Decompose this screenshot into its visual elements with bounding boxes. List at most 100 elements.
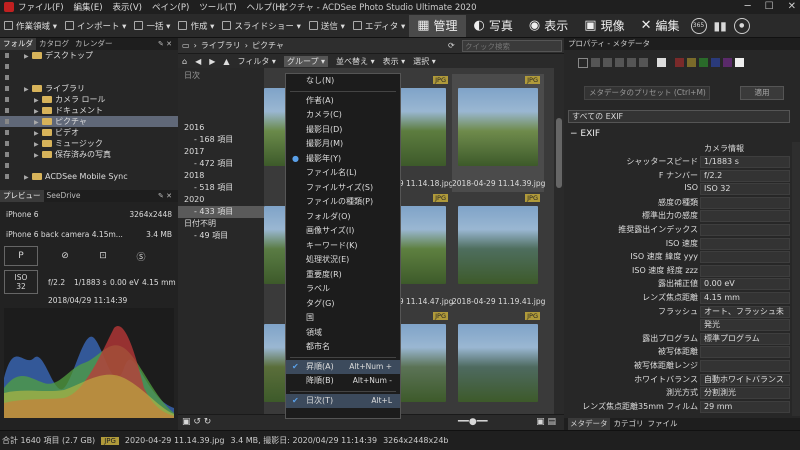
exif-property-value[interactable]: 0.00 eV — [700, 278, 790, 291]
mode-manage[interactable]: ▦ 管理 — [409, 14, 466, 37]
folder-tree-item[interactable]: ▶ 保存済みの写真 — [0, 149, 178, 160]
group-menu-item[interactable]: ファイルの種類(P) — [286, 195, 400, 210]
group-menu-item[interactable]: ● 撮影年(Y) — [286, 152, 400, 167]
pin-icon[interactable] — [5, 141, 9, 146]
menu-edit[interactable]: 編集(E) — [74, 1, 103, 13]
exif-property-value[interactable]: 標準プログラム — [700, 332, 790, 345]
mode-develop[interactable]: ▣ 現像 — [576, 15, 632, 37]
group-menu-item[interactable]: なし(N) — [286, 74, 400, 89]
pin-icon[interactable] — [5, 174, 9, 179]
date-group-item[interactable]: 2020 — [178, 194, 264, 206]
slideshow-button[interactable]: スライドショー ▾ — [218, 20, 304, 32]
pin-icon[interactable] — [5, 75, 9, 80]
label-white[interactable] — [657, 58, 666, 67]
pin-icon[interactable] — [5, 119, 9, 124]
metadata-preset-select[interactable]: メタデータのプリセット (Ctrl+M) — [584, 86, 710, 100]
mode-photos[interactable]: ◐ 写真 — [466, 15, 521, 37]
pin-icon[interactable] — [5, 53, 9, 58]
exif-view-select[interactable]: すべての EXIF — [568, 110, 790, 123]
folder-tree-item[interactable]: ▶ ピクチャ — [0, 116, 178, 127]
tag-checkbox[interactable] — [578, 58, 588, 68]
up-icon[interactable]: ▲ — [223, 57, 229, 66]
tab-catalog[interactable]: カタログ — [36, 38, 72, 50]
rating-3[interactable] — [615, 58, 624, 67]
date-group-item[interactable]: - 472 項目 — [178, 158, 264, 170]
folder-tree-item[interactable] — [0, 160, 178, 171]
apply-button[interactable]: 適用 — [740, 86, 784, 100]
back-icon[interactable]: ◀ — [195, 57, 201, 66]
select-dropdown[interactable]: 選択 ▾ — [413, 56, 436, 67]
pin-icon[interactable] — [5, 108, 9, 113]
rotate-icons[interactable]: ▣ ↺ ↻ — [182, 417, 211, 427]
folder-tree-item[interactable]: ▶ ACDSee Mobile Sync — [0, 171, 178, 182]
batch-button[interactable]: 一括 ▾ — [130, 20, 174, 32]
folder-tree-item[interactable] — [0, 61, 178, 72]
menu-pane[interactable]: ペイン(P) — [152, 1, 189, 13]
exif-property-value[interactable]: 29 mm — [700, 400, 790, 413]
expand-arrow-icon[interactable]: ▶ — [24, 172, 32, 183]
exif-property-value[interactable] — [700, 264, 790, 277]
menu-tools[interactable]: ツール(T) — [199, 1, 236, 13]
group-menu-item[interactable]: タグ(G) — [286, 297, 400, 312]
folder-tree-item[interactable]: ▶ カメラ ロール — [0, 94, 178, 105]
exif-property-value[interactable]: f/2.2 — [700, 169, 790, 182]
home-icon[interactable]: ⌂ — [182, 57, 187, 66]
tab-calendar[interactable]: カレンダー — [72, 38, 116, 50]
pin-icon[interactable] — [5, 152, 9, 157]
exif-property-value[interactable] — [700, 196, 790, 209]
tab-seedrive[interactable]: SeeDrive — [44, 190, 84, 202]
tab-folders[interactable]: フォルダ — [0, 38, 36, 50]
mode-view[interactable]: ◉ 表示 — [521, 15, 576, 37]
group-menu-item[interactable]: 撮影日(D) — [286, 123, 400, 138]
menu-view[interactable]: 表示(V) — [113, 1, 142, 13]
tab-file[interactable]: ファイル — [648, 418, 678, 430]
exif-property-value[interactable] — [700, 251, 790, 264]
sort-dropdown[interactable]: 並べ替え ▾ — [336, 56, 375, 67]
group-menu-item[interactable]: ラベル — [286, 282, 400, 297]
account-icon[interactable]: ● — [733, 17, 750, 34]
exif-property-value[interactable] — [700, 224, 790, 236]
group-menu-item[interactable]: 撮影月(M) — [286, 137, 400, 152]
exif-property-value[interactable] — [700, 346, 790, 359]
thumbnail[interactable]: JPG2018-04-29 11.19.59.jpg — [452, 310, 545, 428]
pin-icon[interactable] — [5, 163, 9, 168]
create-button[interactable]: 作成 ▾ — [174, 20, 218, 32]
date-group-item[interactable]: 2017 — [178, 146, 264, 158]
refresh-icon[interactable]: ⟳ — [448, 41, 455, 50]
workspace-button[interactable]: 作業領域 ▾ — [0, 20, 61, 32]
thumbnail[interactable]: JPG 2018-04-29 11.14.39.jpg — [452, 74, 545, 192]
label-purple[interactable] — [723, 58, 732, 67]
group-menu-item[interactable]: ファイル名(L) — [286, 166, 400, 181]
label-green[interactable] — [699, 58, 708, 67]
breadcrumb-library[interactable]: ライブラリ — [201, 40, 241, 51]
menu-file[interactable]: ファイル(F) — [18, 1, 64, 13]
group-menu-item[interactable]: キーワード(K) — [286, 239, 400, 254]
exif-property-value[interactable] — [700, 210, 790, 223]
minimize-icon[interactable]: ─ — [745, 1, 751, 12]
panel-close-icon[interactable]: ✎ ✕ — [155, 190, 175, 202]
exif-property-value[interactable]: 4.15 mm — [700, 292, 790, 304]
exif-property-value[interactable] — [700, 237, 790, 250]
date-group-item[interactable]: - 433 項目 — [178, 206, 264, 218]
date-group-item[interactable]: - 49 項目 — [178, 230, 264, 242]
date-group-item[interactable]: 2016 — [178, 122, 264, 134]
group-menu-item[interactable]: ✔ 日次(T) Alt+L — [286, 393, 400, 408]
import-button[interactable]: インポート ▾ — [61, 20, 130, 32]
group-menu-item[interactable]: 作者(A) — [286, 94, 400, 109]
exif-section-header[interactable]: − EXIF — [570, 129, 600, 139]
properties-scrollbar[interactable] — [792, 142, 800, 416]
pin-icon[interactable]: ✎ ✕ — [155, 38, 175, 50]
group-menu-item[interactable]: 領域 — [286, 326, 400, 341]
mode-edit[interactable]: ✕ 編集 — [633, 15, 688, 37]
label-blue[interactable] — [711, 58, 720, 67]
exif-property-value[interactable] — [700, 360, 790, 372]
label-yellow[interactable] — [687, 58, 696, 67]
forward-icon[interactable]: ▶ — [209, 57, 215, 66]
scrollbar-thumb[interactable] — [556, 118, 562, 188]
group-menu-item[interactable]: カメラ(C) — [286, 108, 400, 123]
group-menu-item[interactable]: フォルダ(O) — [286, 210, 400, 225]
group-menu-item[interactable]: ファイルサイズ(S) — [286, 181, 400, 196]
pin-icon[interactable] — [5, 64, 9, 69]
folder-tree-item[interactable]: ▶ デスクトップ — [0, 50, 178, 61]
exif-property-value[interactable]: ISO 32 — [700, 183, 790, 196]
